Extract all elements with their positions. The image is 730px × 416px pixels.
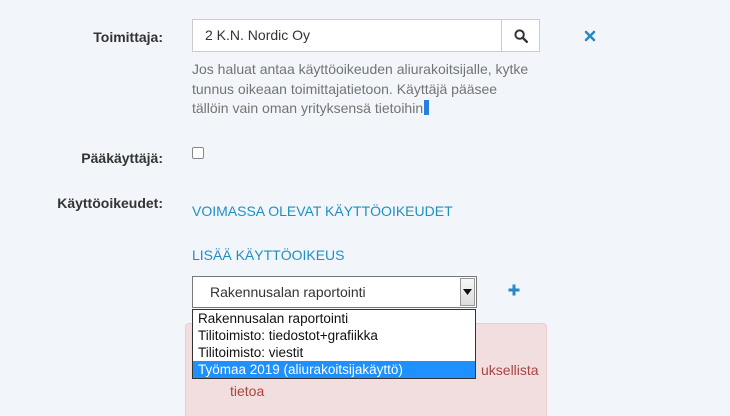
supplier-help-content: Jos haluat antaa käyttöoikeuden aliurako… <box>192 61 529 116</box>
dropdown-option[interactable]: Tilitoimisto: viestit <box>193 344 475 361</box>
rights-dropdown-list: Rakennusalan raportointi Tilitoimisto: t… <box>192 309 476 379</box>
rights-select-value: Rakennusalan raportointi <box>210 284 366 300</box>
rights-label: Käyttöoikeudet: <box>57 195 163 211</box>
current-rights-link[interactable]: VOIMASSA OLEVAT KÄYTTÖOIKEUDET <box>192 203 453 219</box>
add-right-link[interactable]: LISÄÄ KÄYTTÖOIKEUS <box>192 247 345 263</box>
chevron-down-icon <box>463 289 472 295</box>
plus-icon[interactable] <box>507 283 521 297</box>
alert-text-tail: uksellista <box>481 362 539 378</box>
search-button[interactable] <box>501 19 540 52</box>
alert-text-line2: tietoa <box>230 383 265 399</box>
text-cursor <box>424 100 430 115</box>
close-icon[interactable] <box>583 28 597 44</box>
supplier-input[interactable]: 2 K.N. Nordic Oy <box>192 19 502 52</box>
select-dropdown-button[interactable] <box>460 278 475 306</box>
dropdown-option[interactable]: Tilitoimisto: tiedostot+grafiikka <box>193 327 475 344</box>
dropdown-option-highlighted[interactable]: Työmaa 2019 (aliurakoitsijakäyttö) <box>193 361 475 378</box>
admin-label: Pääkäyttäjä: <box>81 150 163 166</box>
search-icon <box>513 28 528 43</box>
supplier-help-text: Jos haluat antaa käyttöoikeuden aliurako… <box>192 60 532 119</box>
supplier-label: Toimittaja: <box>93 29 163 45</box>
admin-checkbox[interactable] <box>192 147 204 159</box>
rights-select[interactable]: Rakennusalan raportointi <box>192 276 477 308</box>
dropdown-option[interactable]: Rakennusalan raportointi <box>193 310 475 327</box>
supplier-field-group: 2 K.N. Nordic Oy <box>192 19 540 52</box>
